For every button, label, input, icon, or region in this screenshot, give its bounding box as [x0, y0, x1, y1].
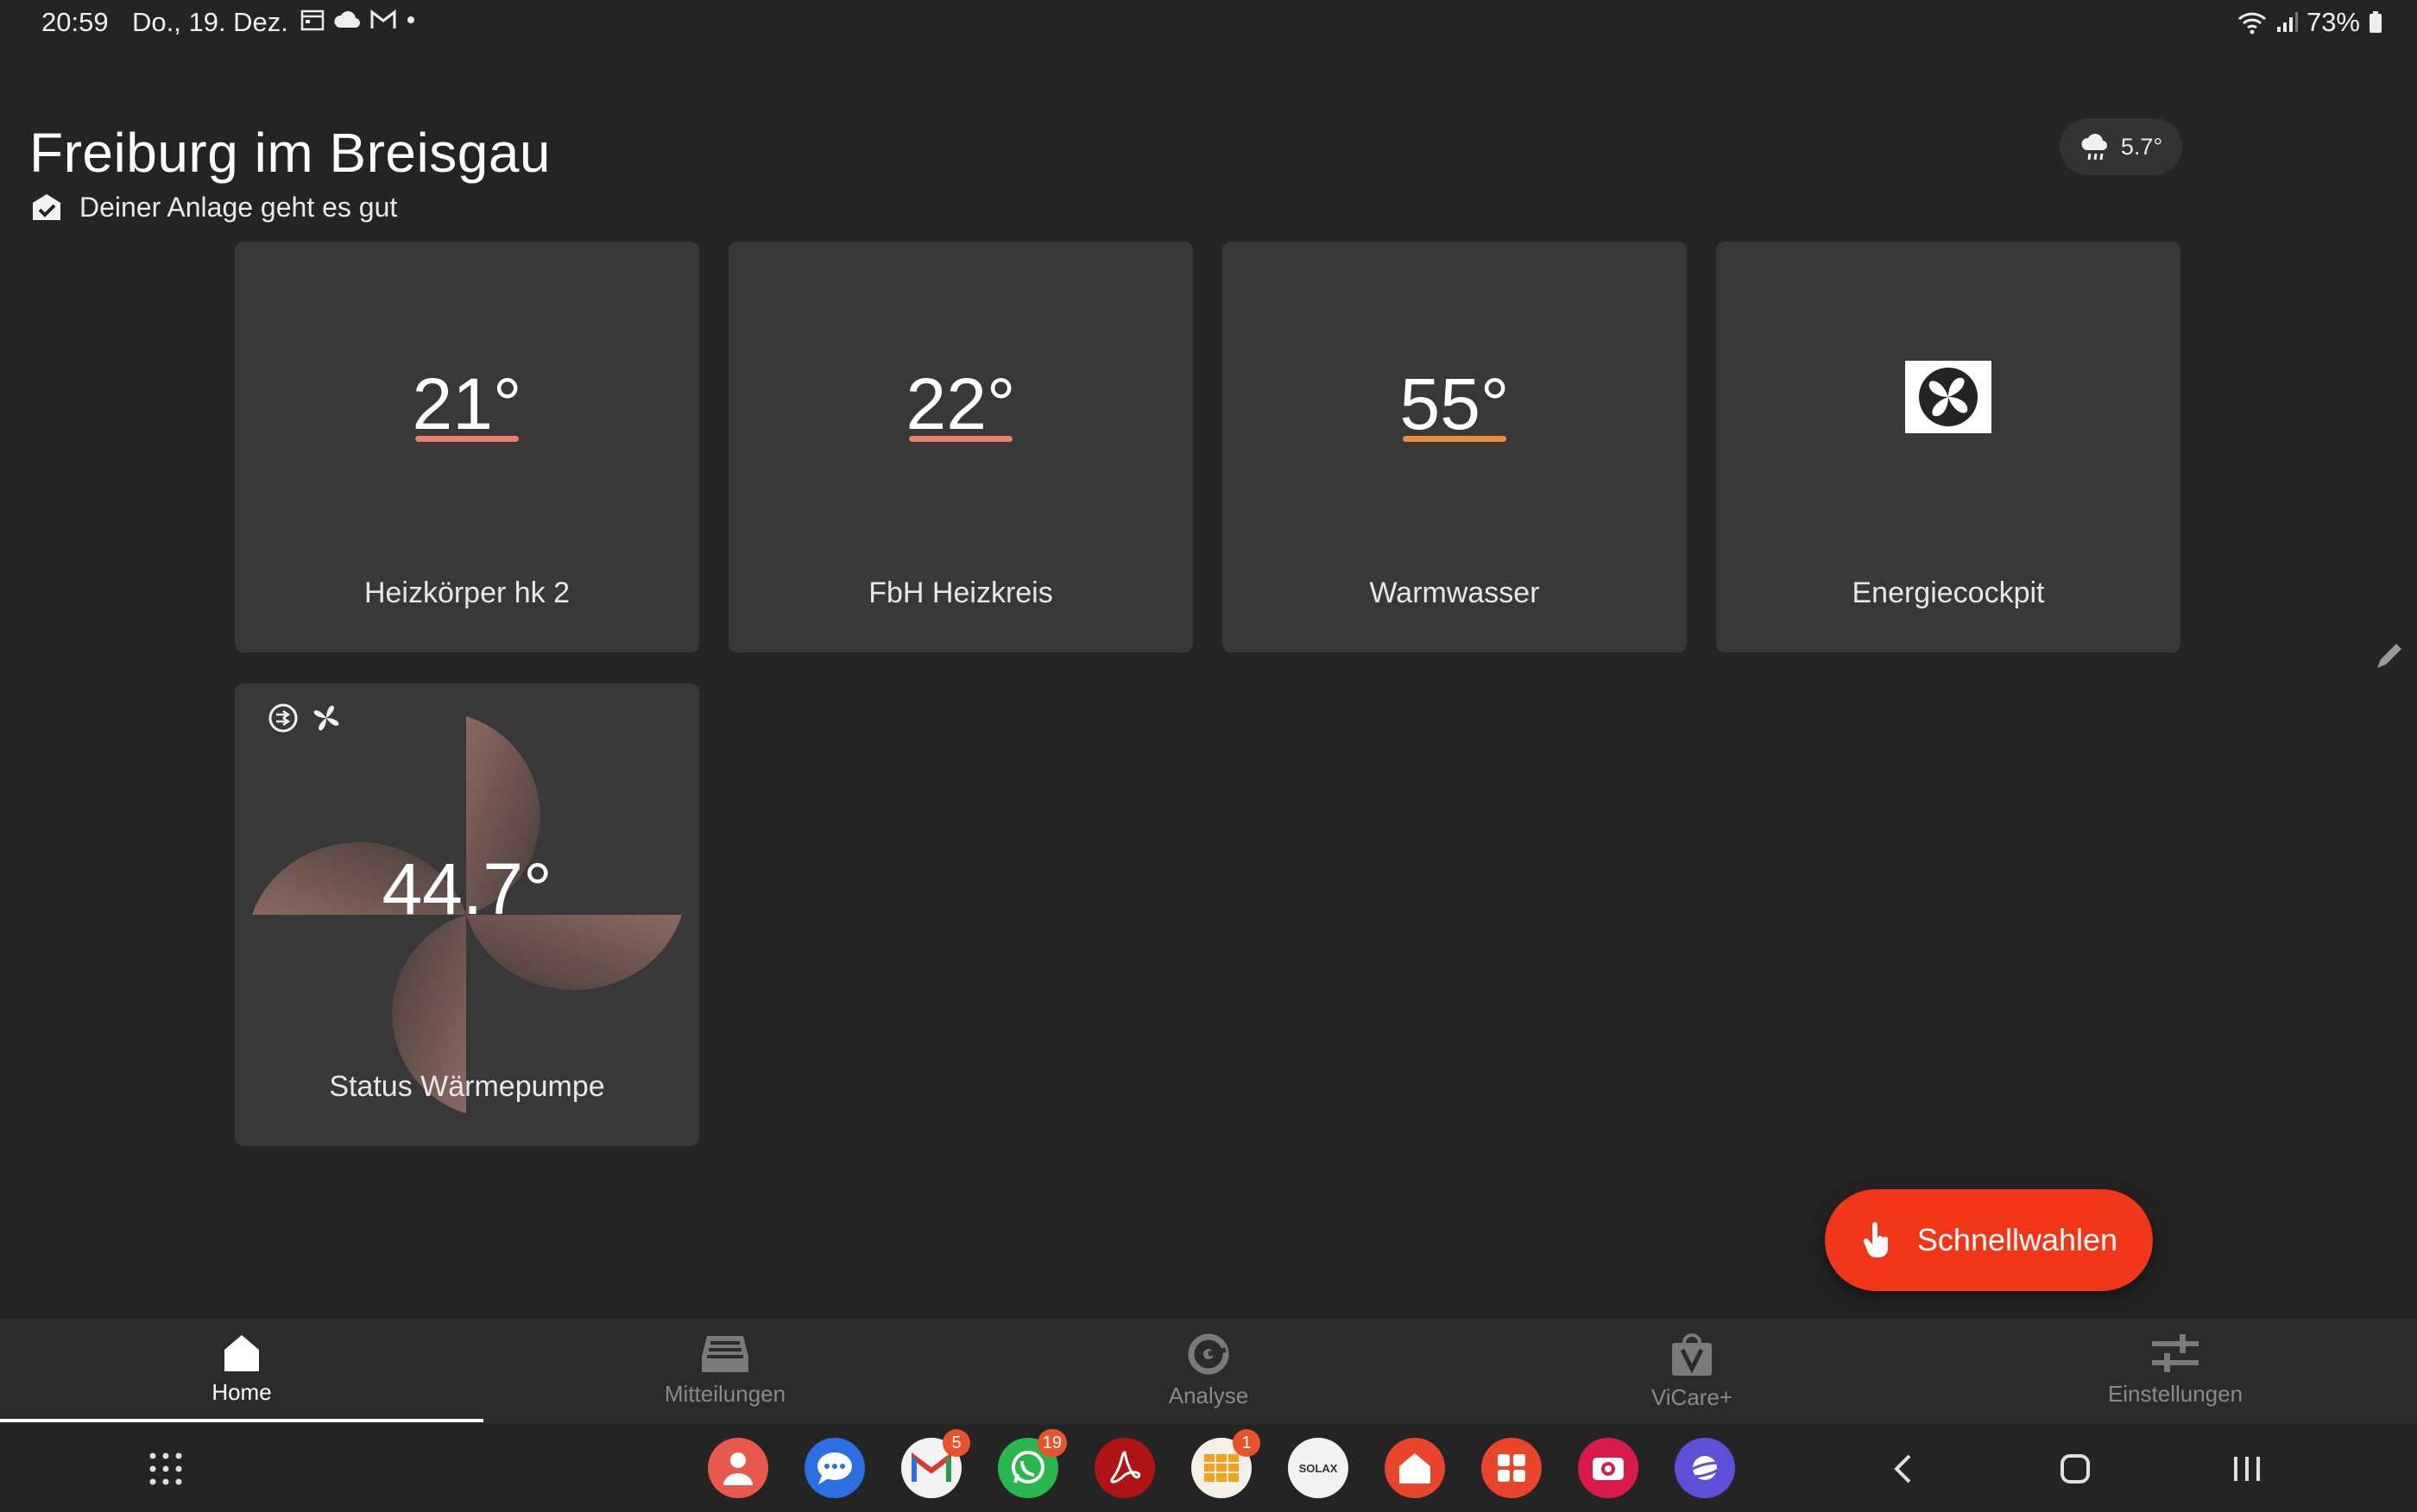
inbox-icon [702, 1336, 748, 1372]
quick-select-label: Schnellwahlen [1916, 1222, 2118, 1257]
tile-label: Warmwasser [1369, 576, 1540, 609]
tile-temp: 55° [1399, 363, 1510, 444]
small-fan-icon [313, 705, 339, 731]
status-date: Do., 19. Dez. [132, 7, 288, 37]
back-icon[interactable] [1892, 1453, 1913, 1484]
nav-einstellungen[interactable]: Einstellungen [1934, 1319, 2417, 1424]
person-icon [723, 1452, 753, 1485]
status-bar: 20:59 Do., 19. Dez. 73% [0, 0, 2417, 48]
tile-warmwasser[interactable]: 55° Warmwasser [1222, 242, 1687, 652]
compressor-icon [268, 703, 298, 733]
battery-icon [2370, 11, 2382, 33]
contacts-app-icon[interactable] [708, 1438, 768, 1498]
camera-icon [1593, 1458, 1624, 1480]
tile-fbh-heizkreis[interactable]: 22° FbH Heizkreis [729, 242, 1193, 652]
nav-active-indicator [0, 1419, 483, 1422]
hand-pointer-icon [1863, 1222, 1889, 1257]
tile-label: Energiecockpit [1852, 576, 2045, 609]
calendar-icon [300, 9, 325, 31]
whatsapp-badge: 19 [1037, 1429, 1067, 1457]
tools-app-icon[interactable] [1481, 1438, 1542, 1498]
page-title: Freiburg im Breisgau [29, 122, 551, 184]
edit-icon[interactable] [2372, 639, 2407, 673]
tile-heizkoerper[interactable]: 21° Heizkörper hk 2 [235, 242, 699, 652]
dot-icon [407, 16, 414, 23]
home-icon [224, 1335, 259, 1371]
acrobat-app-icon[interactable] [1095, 1438, 1155, 1498]
gmail-small-icon [370, 9, 396, 28]
temp-indicator [909, 436, 1013, 442]
camera-app-icon[interactable] [1578, 1438, 1638, 1498]
status-time: 20:59 [41, 7, 109, 37]
messages-app-icon[interactable] [805, 1438, 865, 1498]
whatsapp-icon [1012, 1451, 1044, 1484]
app-drawer-icon[interactable] [148, 1452, 183, 1486]
whatsapp-app-icon[interactable]: 19 [998, 1429, 1067, 1498]
temp-indicator [415, 436, 519, 442]
heatpump-label: Status Wärmepumpe [329, 1070, 605, 1103]
fan-icon [1905, 361, 1991, 433]
temp-indicator [1403, 436, 1506, 442]
browser-app-icon[interactable] [1675, 1438, 1735, 1498]
app-badge: 1 [1233, 1429, 1260, 1457]
shopping-bag-icon [1672, 1333, 1712, 1376]
tile-energiecockpit[interactable]: Energiecockpit [1716, 242, 2180, 652]
rain-cloud-icon [2081, 134, 2107, 161]
nav-analyse[interactable]: Analyse [967, 1319, 1450, 1424]
system-status-line: Deiner Anlage geht es gut [31, 192, 397, 224]
solar-panel-icon [1204, 1454, 1239, 1482]
cloud-icon [334, 11, 361, 28]
tile-label: FbH Heizkreis [868, 576, 1053, 609]
heatpump-temp: 44.7° [382, 848, 552, 929]
solar-app-icon[interactable]: 1 [1191, 1429, 1260, 1498]
analysis-icon [1188, 1333, 1229, 1375]
status-text: Deiner Anlage geht es gut [79, 192, 398, 223]
wifi-icon [2237, 12, 2266, 35]
pdf-icon [1110, 1451, 1141, 1484]
gmail-app-icon[interactable]: 5 [901, 1429, 970, 1498]
vicare-app-icon[interactable] [1385, 1438, 1445, 1498]
gmail-badge: 5 [943, 1429, 970, 1457]
home-button-icon[interactable] [2060, 1453, 2091, 1484]
quick-select-button[interactable]: Schnellwahlen [1825, 1189, 2153, 1291]
sliders-icon [2152, 1334, 2199, 1372]
solax-app-icon[interactable]: SOLAX [1288, 1438, 1348, 1498]
chat-bubble-icon [817, 1452, 852, 1484]
tile-waermepumpe[interactable]: 44.7° Status Wärmepumpe [235, 684, 699, 1146]
weather-temp: 5.7° [2120, 133, 2163, 160]
nav-label: Analyse [1168, 1383, 1249, 1408]
nav-vicare-plus[interactable]: ViCare+ [1450, 1319, 1934, 1424]
battery-percent: 73% [2306, 7, 2360, 37]
tile-temp: 21° [412, 363, 522, 444]
nav-label: Mitteilungen [664, 1381, 786, 1407]
nav-label: ViCare+ [1650, 1384, 1733, 1410]
nav-mitteilungen[interactable]: Mitteilungen [483, 1319, 967, 1424]
nav-label: Einstellungen [2107, 1381, 2243, 1407]
signal-icon [2276, 12, 2298, 32]
tile-temp: 22° [906, 363, 1016, 444]
planet-icon [1687, 1456, 1723, 1480]
bottom-navigation: Home Mitteilungen Analyse ViCare+ Einste… [0, 1319, 2417, 1424]
check-shield-icon [33, 193, 60, 220]
notification-icons [300, 9, 416, 31]
weather-pill[interactable]: 5.7° [2060, 118, 2182, 175]
nav-home[interactable]: Home [0, 1319, 483, 1424]
system-status: 73% [2237, 7, 2382, 38]
recents-icon[interactable] [2232, 1453, 2262, 1484]
nav-label: Home [211, 1379, 272, 1405]
grid-app-icon [1498, 1454, 1525, 1482]
gmail-icon [912, 1452, 951, 1482]
solax-label: SOLAX [1298, 1461, 1338, 1475]
tile-label: Heizkörper hk 2 [363, 576, 571, 609]
house-icon [1399, 1453, 1430, 1484]
